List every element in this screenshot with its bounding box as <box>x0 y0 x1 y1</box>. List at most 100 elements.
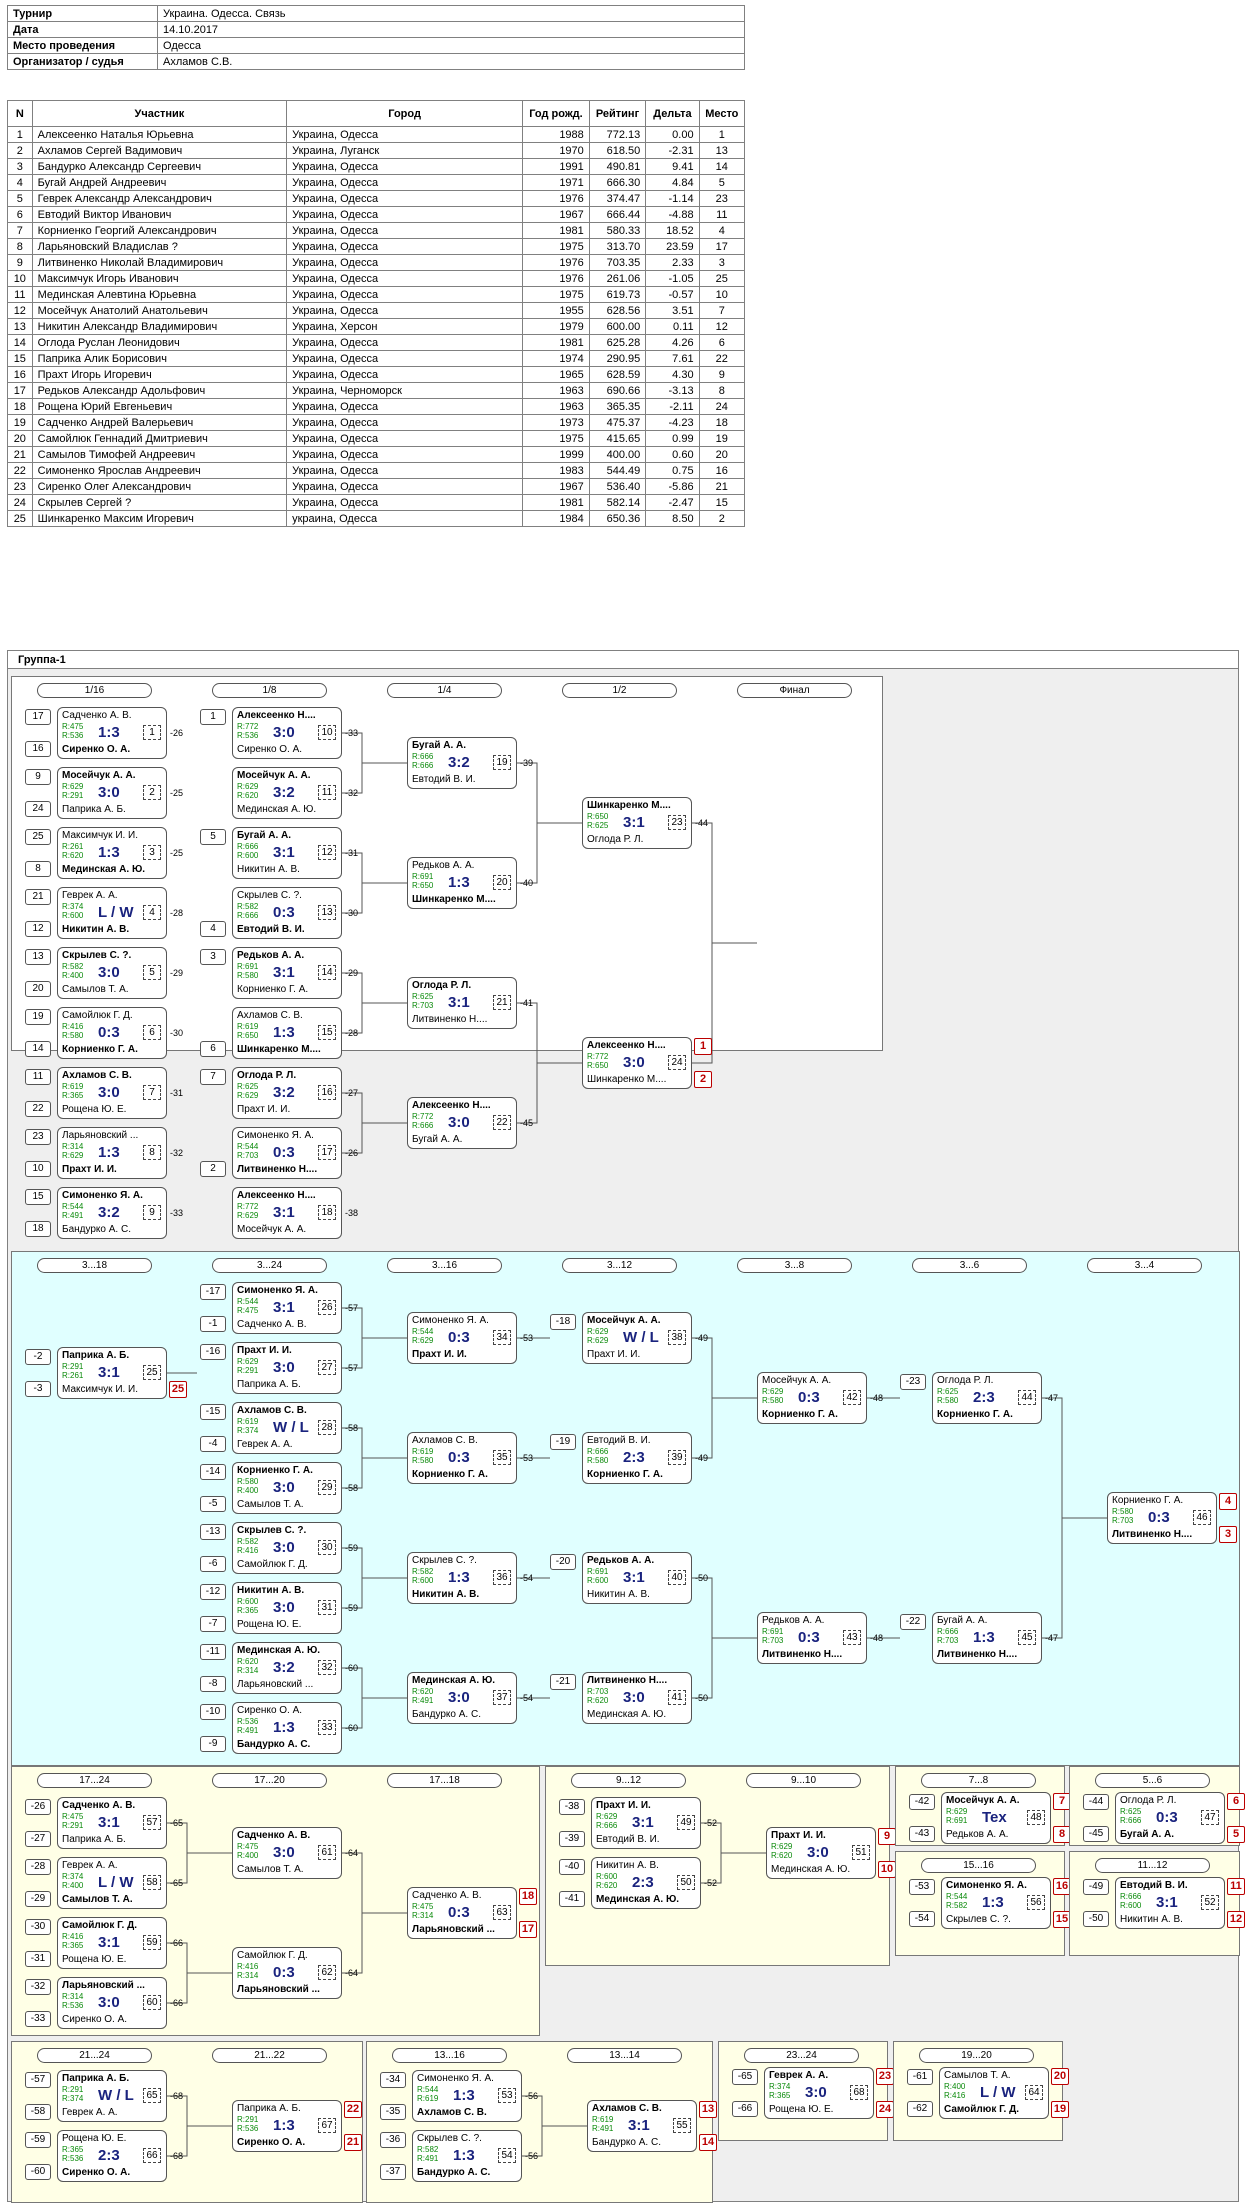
player-2-name: Самойлюк Г. Д. <box>237 1559 308 1570</box>
match-score: 3:1 <box>628 2117 650 2134</box>
participant-cell: 582.14 <box>588 494 647 511</box>
match-number: 54 <box>498 2148 516 2163</box>
participant-row: 16 Прахт Игорь Игоревич Украина, Одесса 196… <box>7 366 746 383</box>
player-2-name: Самылов Т. А. <box>62 984 129 995</box>
loser-destination: -32 <box>170 1148 184 1158</box>
seed-source-2: 22 <box>25 1101 51 1117</box>
seed-source-1: -42 <box>909 1794 935 1810</box>
place-badge-2: 19 <box>1051 2101 1069 2118</box>
participant-row: 2 Ахламов Сергей Вадимович Украина, Луганс… <box>7 142 746 159</box>
match-score: 0:3 <box>98 1024 120 1041</box>
player-2-name: Шинкаренко М.... <box>412 894 496 905</box>
seed-source-1: -22 <box>900 1614 926 1630</box>
seed-source-1: -57 <box>25 2072 51 2088</box>
match-box: Мосейчук А. А. R:629 R:691 Tex 48 Редьков А. … <box>941 1792 1051 1844</box>
participant-cell: 4.30 <box>645 366 700 383</box>
match-number: 33 <box>318 1720 336 1735</box>
match-box: Геврек А. А. R:374 R:600 L / W 4 Никитин А. В… <box>57 887 167 939</box>
place-badge-1: 13 <box>699 2101 717 2118</box>
loser-destination: -65 <box>170 1818 184 1828</box>
seed-source-2: -37 <box>380 2164 406 2180</box>
participant-cell: 24 <box>698 398 746 415</box>
loser-destination: -58 <box>345 1423 359 1433</box>
player-2-name: Рощена Ю. Е. <box>237 1619 302 1630</box>
player-2-name: Корниенко Г. А. <box>762 1409 838 1420</box>
match-score: 0:3 <box>798 1629 820 1646</box>
match-score: 3:1 <box>98 1934 120 1951</box>
player-1-name: Корниенко Г. А. <box>237 1465 313 1476</box>
player-2-rating: R:536 <box>237 2124 259 2133</box>
participant-cell: -1.14 <box>645 190 700 207</box>
connector-line <box>342 852 363 914</box>
bracket-section-main: 1/16 1/8 1/4 1/2 Финал Садченко А. В. R:475 R:5… <box>11 676 883 1239</box>
participant-cell: 628.59 <box>588 366 647 383</box>
match-number: 35 <box>493 1450 511 1465</box>
participant-row: 21 Самылов Тимофей Андреевич Украина, Одес… <box>7 446 746 463</box>
connector-line <box>342 732 363 794</box>
participant-cell: 1971 <box>522 174 590 191</box>
player-2-rating: R:600 <box>237 851 259 860</box>
player-1-rating: R:772 <box>237 722 259 731</box>
match-score: 2:3 <box>623 1449 645 1466</box>
bracket-section-p15_16: 15...16 Симоненко Я. А. R:544 R:582 1:3 56 Скр… <box>895 1851 1071 1956</box>
place-badge-2: 10 <box>878 1861 896 1878</box>
player-1-rating: R:625 <box>237 1082 259 1091</box>
participant-cell: 3.51 <box>645 302 700 319</box>
player-2-rating: R:400 <box>237 1851 259 1860</box>
participant-row: 20 Самойлюк Геннадий Дмитриевич Украина, О… <box>7 430 746 447</box>
participant-cell: 703.35 <box>588 254 647 271</box>
participant-cell: 24 <box>7 494 33 511</box>
participant-cell: 14 <box>7 334 33 351</box>
participant-cell: 10 <box>698 286 746 303</box>
player-2-rating: R:666 <box>412 1121 434 1130</box>
seed-source-1: 3 <box>200 949 226 965</box>
player-2-rating: R:475 <box>237 1306 259 1315</box>
participant-cell: -4.23 <box>645 414 700 431</box>
loser-destination: -48 <box>870 1393 884 1403</box>
participant-cell: украина, Одесса <box>286 510 524 527</box>
participant-cell: 13 <box>7 318 33 335</box>
seed-source-2: -29 <box>25 1891 51 1907</box>
connector-line <box>692 1577 713 1699</box>
participant-cell: Литвиненко Николай Владимирович <box>31 254 288 271</box>
match-score: 1:3 <box>448 874 470 891</box>
participant-row: 24 Скрылев Сергей ? Украина, Одесса 1981 582… <box>7 494 746 511</box>
seed-source-2: -9 <box>200 1736 226 1752</box>
match-number: 45 <box>1018 1630 1036 1645</box>
participant-cell: 772.13 <box>588 126 647 143</box>
bracket-section-p21_24: 21...24 21...22 Паприка А. Б. R:291 R:374 W /… <box>11 2041 363 2203</box>
participant-cell: 8 <box>698 382 746 399</box>
participant-row: 18 Рощена Юрий Евгеньевич Украина, Одесса 1… <box>7 398 746 415</box>
participant-row: 15 Паприка Алик Борисович Украина, Одесса 1… <box>7 350 746 367</box>
loser-destination: -40 <box>520 878 534 888</box>
loser-destination: -59 <box>345 1603 359 1613</box>
player-1-name: Садченко А. В. <box>62 710 132 721</box>
player-2-name: Мединская А. Ю. <box>62 864 146 875</box>
participant-cell: 1983 <box>522 462 590 479</box>
player-2-rating: R:666 <box>412 761 434 770</box>
player-1-name: Прахт И. И. <box>596 1800 651 1811</box>
player-2-rating: R:703 <box>1112 1516 1134 1525</box>
participant-cell: 1 <box>7 126 33 143</box>
participant-cell: Украина, Одесса <box>286 334 524 351</box>
participant-cell: 313.70 <box>588 238 647 255</box>
player-1-rating: R:580 <box>237 1477 259 1486</box>
participant-cell: 2 <box>698 510 746 527</box>
info-row: Место проведения Одесса <box>7 37 745 54</box>
match-score: 1:3 <box>453 2087 475 2104</box>
column-header: N <box>7 100 33 127</box>
match-score: 3:0 <box>98 784 120 801</box>
participant-cell: Алексеенко Наталья Юрьевна <box>31 126 288 143</box>
place-badge-2: 24 <box>876 2101 894 2118</box>
round-header: 21...22 <box>212 2048 327 2063</box>
participant-cell: 10 <box>7 270 33 287</box>
player-2-name: Сиренко О. А. <box>62 2014 128 2025</box>
participant-cell: 5 <box>698 174 746 191</box>
player-1-rating: R:772 <box>412 1112 434 1121</box>
participant-cell: Украина, Одесса <box>286 398 524 415</box>
participant-cell: 628.56 <box>588 302 647 319</box>
round-header: 13...14 <box>567 2048 682 2063</box>
match-number: 42 <box>843 1390 861 1405</box>
player-2-name: Никитин А. В. <box>62 924 130 935</box>
match-score: 2:3 <box>98 2147 120 2164</box>
